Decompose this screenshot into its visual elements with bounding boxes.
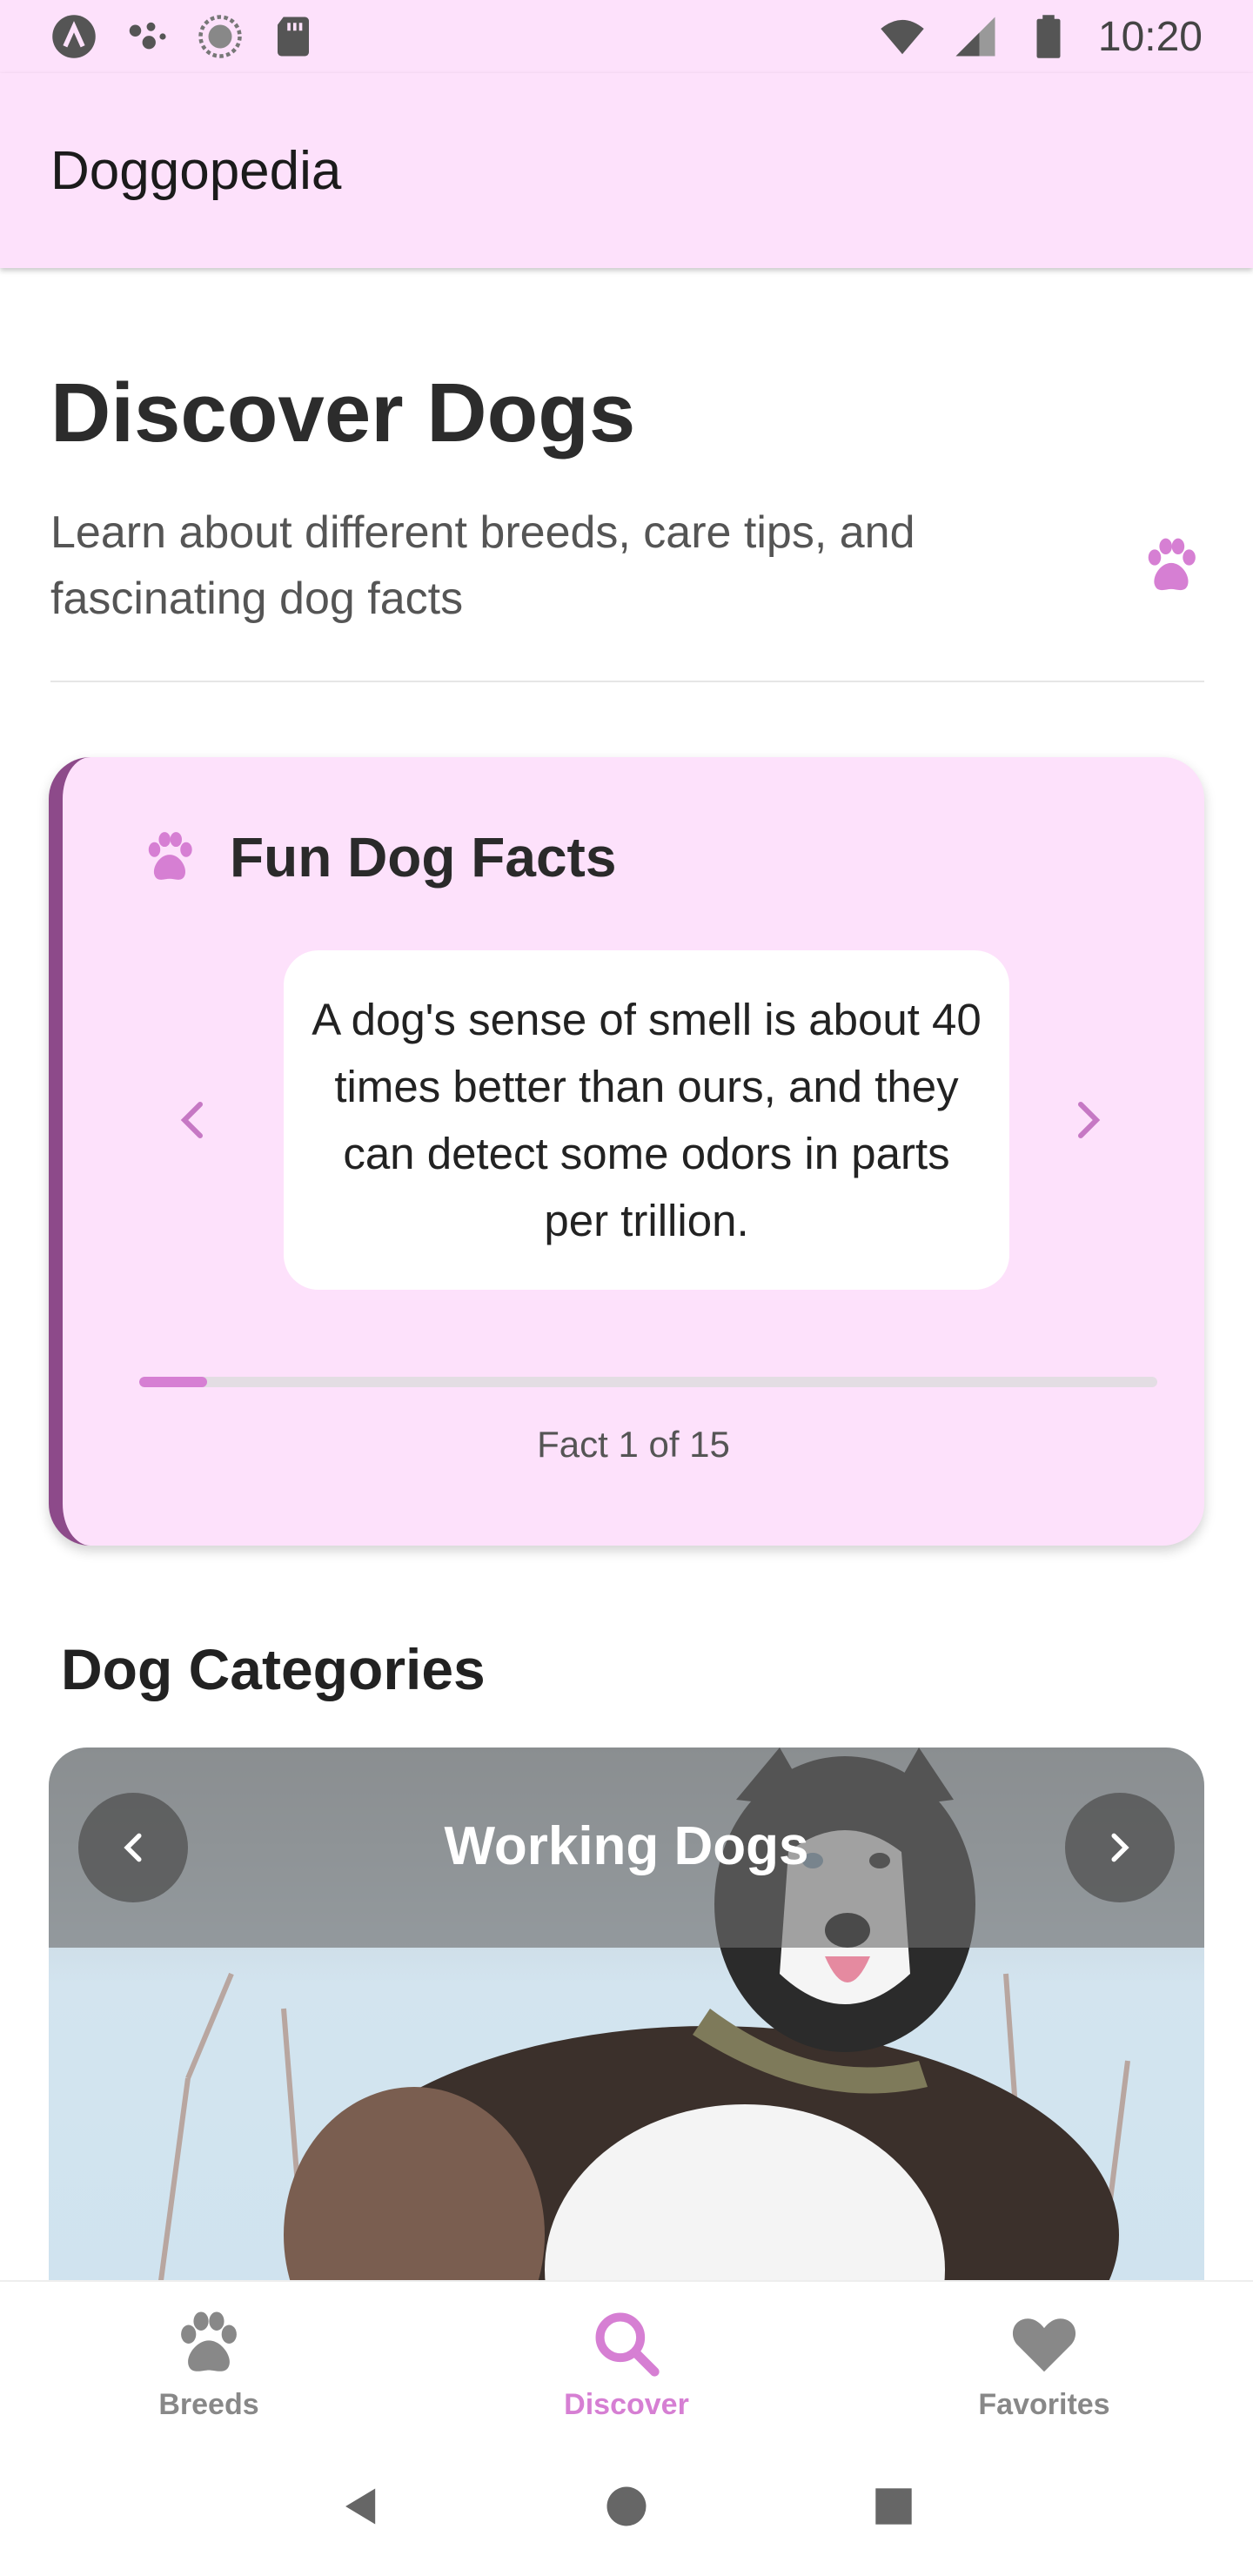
page-subtitle: Learn about different breeds, care tips,… [50, 507, 915, 624]
nav-label-breeds: Breeds [158, 2388, 259, 2421]
nav-label-favorites: Favorites [978, 2388, 1110, 2421]
category-title: Working Dogs [444, 1816, 809, 1876]
header-divider [50, 681, 1204, 682]
nav-item-discover[interactable]: Discover [418, 2282, 835, 2437]
fact-box: A dog's sense of smell is about 40 times… [284, 950, 1009, 1290]
heart-icon [1012, 2318, 1076, 2372]
paw-icon [181, 2311, 237, 2371]
nav-label-discover: Discover [564, 2388, 689, 2421]
chevron-right-icon [1078, 1102, 1101, 1138]
nav-item-favorites[interactable]: Favorites [835, 2282, 1253, 2437]
status-left-icons [50, 13, 317, 60]
previous-fact-button[interactable] [158, 1081, 228, 1159]
page-title: Discover Dogs [50, 366, 636, 460]
page-header: Discover Dogs Learn about different bree… [50, 366, 1204, 632]
fun-facts-card: Fun Dog Facts A dog's sense of smell is … [49, 757, 1204, 1546]
app-title: Doggopedia [50, 140, 342, 201]
recents-square-icon [874, 2488, 912, 2525]
home-circle-icon [606, 2486, 647, 2526]
battery-icon [1036, 15, 1061, 58]
assistant-dots-icon [129, 22, 166, 50]
app-bar: Doggopedia [0, 73, 1253, 268]
subtitle-row: Learn about different breeds, care tips,… [50, 500, 1204, 632]
cellular-signal-icon [955, 17, 995, 57]
screen: 10:20 Doggopedia Discover Dogs Learn abo… [0, 0, 1253, 2576]
paw-icon [1148, 538, 1196, 591]
facts-header: Fun Dog Facts [139, 825, 616, 889]
recents-button[interactable] [868, 2480, 920, 2532]
next-category-button[interactable] [1065, 1793, 1175, 1902]
status-bar: 10:20 [0, 0, 1253, 73]
facts-title: Fun Dog Facts [230, 826, 617, 889]
paw-icon [148, 832, 192, 880]
back-triangle-icon [345, 2488, 376, 2525]
chevron-right-icon [1111, 1833, 1129, 1862]
status-right-icons: 10:20 [879, 13, 1203, 61]
sync-circle-icon [198, 15, 242, 58]
search-icon [595, 2312, 660, 2377]
bottom-navigation: Breeds Discover Favorites [0, 2280, 1253, 2437]
fact-text: A dog's sense of smell is about 40 times… [312, 995, 982, 1245]
app-a-icon [52, 15, 96, 58]
status-time: 10:20 [1097, 13, 1203, 60]
nav-item-breeds[interactable]: Breeds [0, 2282, 418, 2437]
categories-section-title: Dog Categories [61, 1637, 486, 1701]
chevron-left-icon [180, 1102, 203, 1138]
sd-card-icon [278, 17, 309, 57]
back-button[interactable] [333, 2480, 385, 2532]
fact-progress-fill [139, 1377, 208, 1387]
system-navigation-bar [0, 2437, 1253, 2576]
category-card[interactable]: Working Dogs [49, 1748, 1204, 2339]
next-fact-button[interactable] [1053, 1081, 1122, 1159]
fact-counter: Fact 1 of 15 [537, 1424, 730, 1465]
fact-progress-bar [139, 1377, 1157, 1387]
home-button[interactable] [600, 2480, 653, 2532]
wifi-icon [881, 19, 924, 55]
